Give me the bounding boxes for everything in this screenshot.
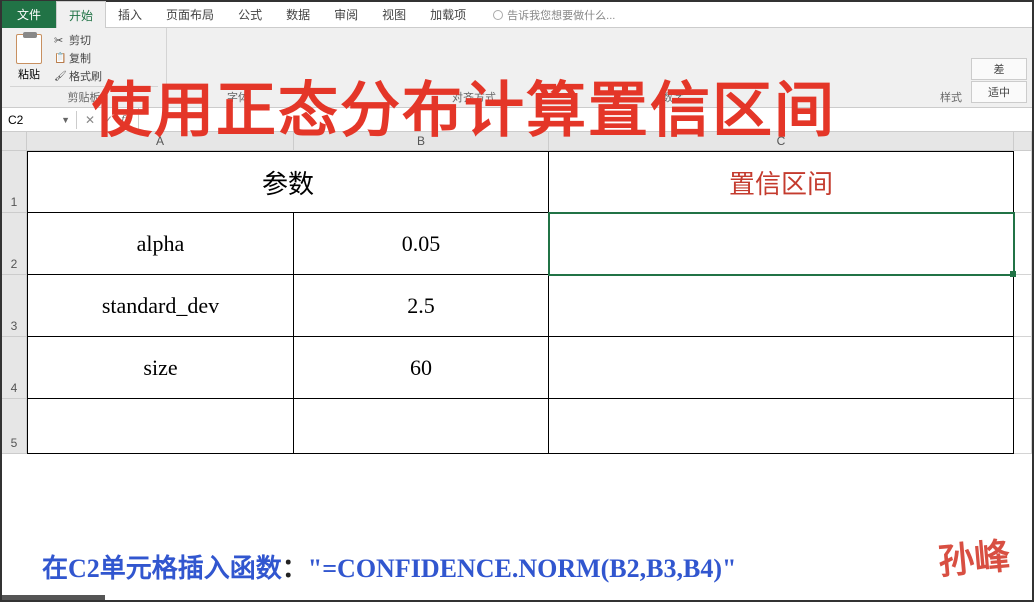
- bulb-icon: [493, 10, 503, 20]
- cell-d1[interactable]: [1014, 151, 1032, 213]
- cell-a3[interactable]: standard_dev: [27, 275, 294, 337]
- row-header-5[interactable]: 5: [2, 399, 27, 454]
- cell-c4[interactable]: [549, 337, 1014, 399]
- cell-a4[interactable]: size: [27, 337, 294, 399]
- cell-d3[interactable]: [1014, 275, 1032, 337]
- ribbon-tabs: 文件 开始 插入 页面布局 公式 数据 审阅 视图 加载项 告诉我您想要做什么.…: [2, 2, 1032, 28]
- brush-icon: [54, 70, 66, 82]
- name-box[interactable]: C2 ▼: [2, 111, 77, 129]
- tab-view[interactable]: 视图: [370, 1, 418, 28]
- tab-home[interactable]: 开始: [56, 1, 106, 30]
- tab-insert[interactable]: 插入: [106, 1, 154, 28]
- cut-button[interactable]: 剪切: [54, 32, 102, 48]
- cell-b4[interactable]: 60: [294, 337, 549, 399]
- style-neutral[interactable]: 适中: [971, 81, 1027, 103]
- cell-styles-samples: 差 适中: [971, 58, 1027, 103]
- cell-c5[interactable]: [549, 399, 1014, 454]
- tell-me-search[interactable]: 告诉我您想要做什么...: [493, 7, 615, 23]
- watermark-signature: 孙峰: [936, 527, 1012, 585]
- instruction-text: 在C2单元格插入函数："=CONFIDENCE.NORM(B2,B3,B4)": [42, 548, 736, 585]
- tab-layout[interactable]: 页面布局: [154, 1, 226, 28]
- tab-addins[interactable]: 加载项: [418, 1, 478, 28]
- tab-review[interactable]: 审阅: [322, 1, 370, 28]
- clipboard-icon: [16, 34, 42, 64]
- cell-b5[interactable]: [294, 399, 549, 454]
- cell-d2[interactable]: [1014, 213, 1032, 275]
- spreadsheet-grid: A B C 1 参数 置信区间 2 alpha 0.05 3 standard_…: [2, 132, 1032, 454]
- cell-a1-b1[interactable]: 参数: [27, 151, 549, 213]
- row-header-4[interactable]: 4: [2, 337, 27, 399]
- select-all-corner[interactable]: [2, 132, 27, 151]
- tab-data[interactable]: 数据: [274, 1, 322, 28]
- ribbon-body: 粘贴 剪切 复制 格式刷 剪贴板 使用正态分布计算置信区间 差 适中 字体 对齐…: [2, 28, 1032, 108]
- tab-file[interactable]: 文件: [2, 1, 56, 28]
- cell-a2[interactable]: alpha: [27, 213, 294, 275]
- overlay-title: 使用正态分布计算置信区间: [92, 62, 836, 149]
- tab-formula[interactable]: 公式: [226, 1, 274, 28]
- styles-group-label: 样式: [940, 89, 962, 105]
- row-header-1[interactable]: 1: [2, 151, 27, 213]
- cell-c2[interactable]: [549, 213, 1014, 275]
- name-box-dropdown-icon[interactable]: ▼: [61, 115, 70, 125]
- cell-c3[interactable]: [549, 275, 1014, 337]
- col-header-extra[interactable]: [1014, 132, 1032, 151]
- cell-a5[interactable]: [27, 399, 294, 454]
- row-header-3[interactable]: 3: [2, 275, 27, 337]
- copy-icon: [54, 52, 66, 64]
- cell-c1[interactable]: 置信区间: [549, 151, 1014, 213]
- cell-d5[interactable]: [1014, 399, 1032, 454]
- style-bad[interactable]: 差: [971, 58, 1027, 80]
- cell-b3[interactable]: 2.5: [294, 275, 549, 337]
- paste-button[interactable]: 粘贴: [10, 32, 48, 84]
- scissors-icon: [54, 34, 66, 46]
- cell-b2[interactable]: 0.05: [294, 213, 549, 275]
- row-header-2[interactable]: 2: [2, 213, 27, 275]
- bottom-stripe: [2, 595, 1032, 600]
- tell-me-text: 告诉我您想要做什么...: [507, 7, 615, 23]
- cell-d4[interactable]: [1014, 337, 1032, 399]
